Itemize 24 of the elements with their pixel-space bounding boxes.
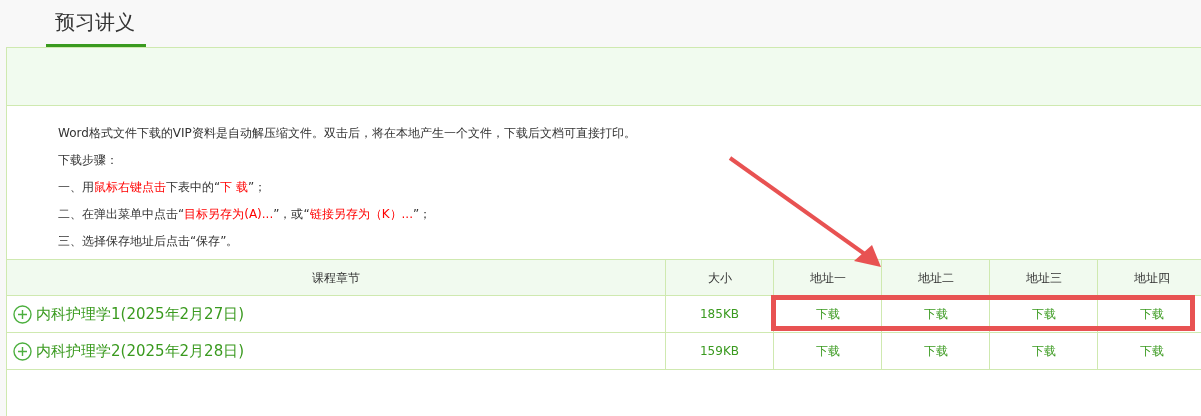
column-header: 大小 <box>666 260 774 295</box>
table-cell: 185KB <box>666 296 774 332</box>
download-link[interactable]: 下载 <box>815 305 840 323</box>
download-link[interactable]: 下载 <box>1031 342 1056 360</box>
download-link[interactable]: 下载 <box>1139 342 1164 360</box>
instruction-text: Word格式文件下载的VIP资料是自动解压缩文件。双击后，将在本地产生一个文件，下载后文档可直接打印。 <box>58 125 637 142</box>
plus-circle-icon[interactable] <box>13 341 32 361</box>
column-header: 地址四 <box>1098 260 1201 295</box>
chapter-link[interactable]: 内科护理学2(2025年2月28日) <box>36 339 245 363</box>
download-link[interactable]: 下载 <box>923 305 948 323</box>
chapter-link[interactable]: 内科护理学1(2025年2月27日) <box>36 302 245 326</box>
instruction-text: 三、选择保存地址后点击“保存”。 <box>58 233 240 250</box>
column-header: 地址二 <box>882 260 990 295</box>
column-header: 课程章节 <box>7 260 666 295</box>
download-link[interactable]: 下载 <box>1031 305 1056 323</box>
download-link[interactable]: 下载 <box>815 342 840 360</box>
download-link[interactable]: 下载 <box>923 342 948 360</box>
column-header: 地址三 <box>990 260 1098 295</box>
plus-circle-icon[interactable] <box>13 304 32 324</box>
instruction-text: 下载步骤： <box>58 152 119 169</box>
instruction-text: 二、在弹出菜单中点击“目标另存为(A)...”，或“链接另存为（K）...”； <box>58 206 433 223</box>
table-cell: 159KB <box>666 333 774 369</box>
instruction-text: 一、用鼠标右键点击下表中的“下 载”； <box>58 179 268 196</box>
download-link[interactable]: 下载 <box>1139 305 1164 323</box>
